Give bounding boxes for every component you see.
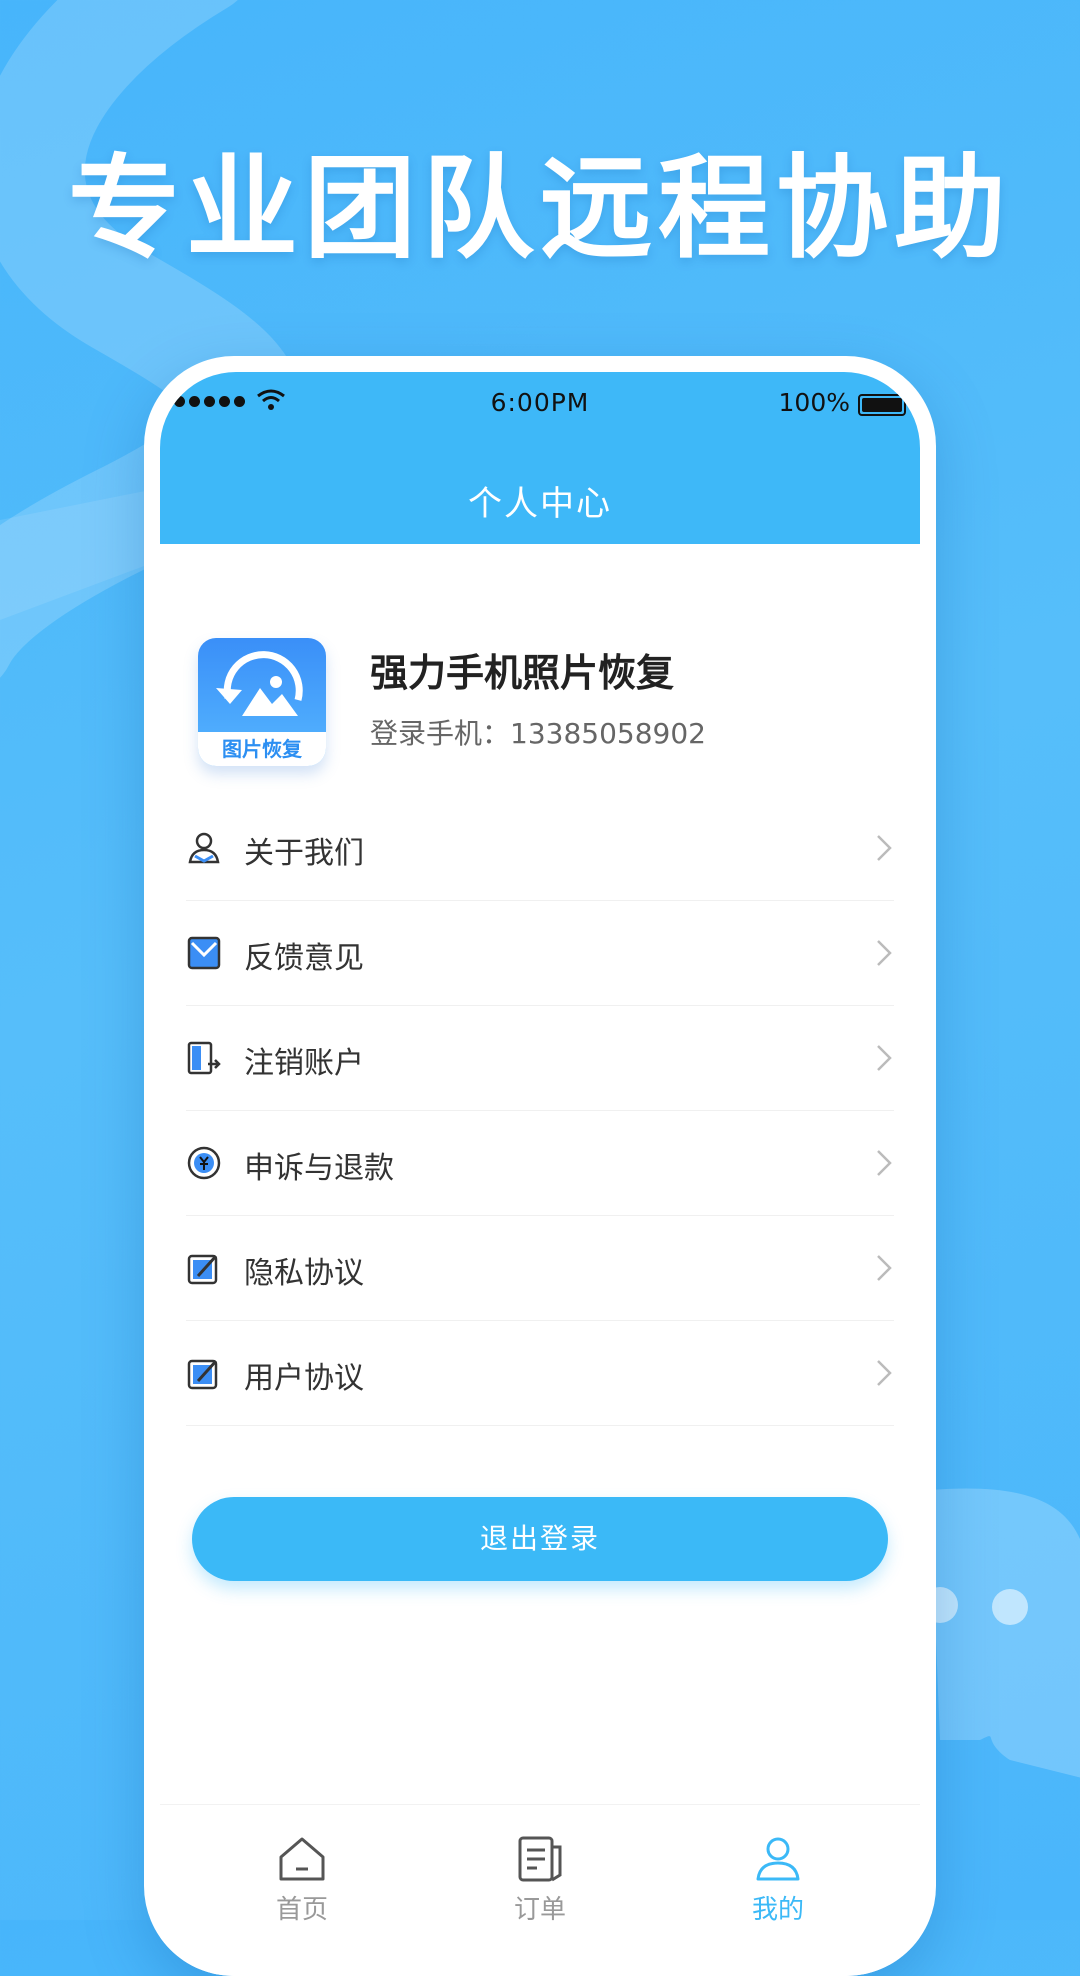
menu-item-deactivate[interactable]: 注销账户 [186, 1006, 894, 1111]
battery-percent: 100% [778, 388, 850, 417]
tab-home[interactable]: 首页 [222, 1835, 382, 1926]
logout-button[interactable]: 退出登录 [192, 1497, 888, 1581]
page-title: 个人中心 [468, 484, 612, 524]
app-logo: 图片恢复 [198, 638, 326, 766]
profile-card: 图片恢复 强力手机照片恢复 登录手机：13385058902 [160, 544, 920, 766]
menu-item-label: 注销账户 [244, 1046, 364, 1081]
photo-recovery-icon [216, 651, 303, 716]
menu-item-label: 申诉与退款 [244, 1151, 394, 1186]
chevron-right-icon [877, 1150, 892, 1176]
menu-item-label: 关于我们 [244, 836, 364, 871]
battery-icon [858, 394, 906, 416]
menu-item-user-agreement[interactable]: 用户协议 [186, 1321, 894, 1426]
order-icon [518, 1836, 562, 1882]
phone-frame: 6:00PM 100% 个人中心 图片恢复 强力手机照片恢复 登录手机：1338… [144, 356, 936, 1976]
yuan-coin-icon [187, 1146, 221, 1180]
menu-item-about[interactable]: 关于我们 [186, 796, 894, 901]
menu-item-feedback[interactable]: 反馈意见 [186, 901, 894, 1006]
menu-item-label: 反馈意见 [244, 941, 364, 976]
app-name: 强力手机照片恢复 [370, 651, 675, 695]
top-bar: 6:00PM 100% 个人中心 [160, 372, 920, 544]
tab-label: 我的 [751, 1895, 804, 1925]
app-logo-text: 图片恢复 [222, 737, 302, 761]
edit-document-icon [187, 1254, 218, 1285]
logout-door-icon [187, 1041, 221, 1075]
user-icon [188, 832, 220, 864]
chevron-right-icon [877, 940, 892, 966]
menu-item-privacy[interactable]: 隐私协议 [186, 1216, 894, 1321]
tab-label: 首页 [275, 1895, 328, 1925]
tab-label: 订单 [513, 1895, 566, 1925]
login-phone: 登录手机：13385058902 [370, 717, 706, 750]
phone-screen: 6:00PM 100% 个人中心 图片恢复 强力手机照片恢复 登录手机：1338… [160, 372, 920, 1976]
bottom-tab-bar: 首页 订单 我的 [160, 1804, 920, 1976]
profile-icon [756, 1837, 800, 1881]
tab-mine[interactable]: 我的 [698, 1835, 858, 1926]
menu-item-refund[interactable]: 申诉与退款 [186, 1111, 894, 1216]
home-icon [279, 1837, 325, 1881]
menu-item-label: 隐私协议 [244, 1256, 364, 1291]
edit-document-icon [187, 1359, 218, 1390]
status-bar: 6:00PM 100% [160, 382, 920, 422]
settings-menu: 关于我们 反馈意见 注销账户 申诉与退款 隐私协议 用户协议 [186, 796, 894, 1426]
menu-item-label: 用户协议 [244, 1361, 364, 1396]
mail-icon [187, 936, 221, 970]
chevron-right-icon [877, 1255, 892, 1281]
chevron-right-icon [877, 835, 892, 861]
hero-title: 专业团队远程协助 [68, 144, 1012, 274]
chevron-right-icon [877, 1360, 892, 1386]
tab-orders[interactable]: 订单 [460, 1835, 620, 1926]
chevron-right-icon [877, 1045, 892, 1071]
